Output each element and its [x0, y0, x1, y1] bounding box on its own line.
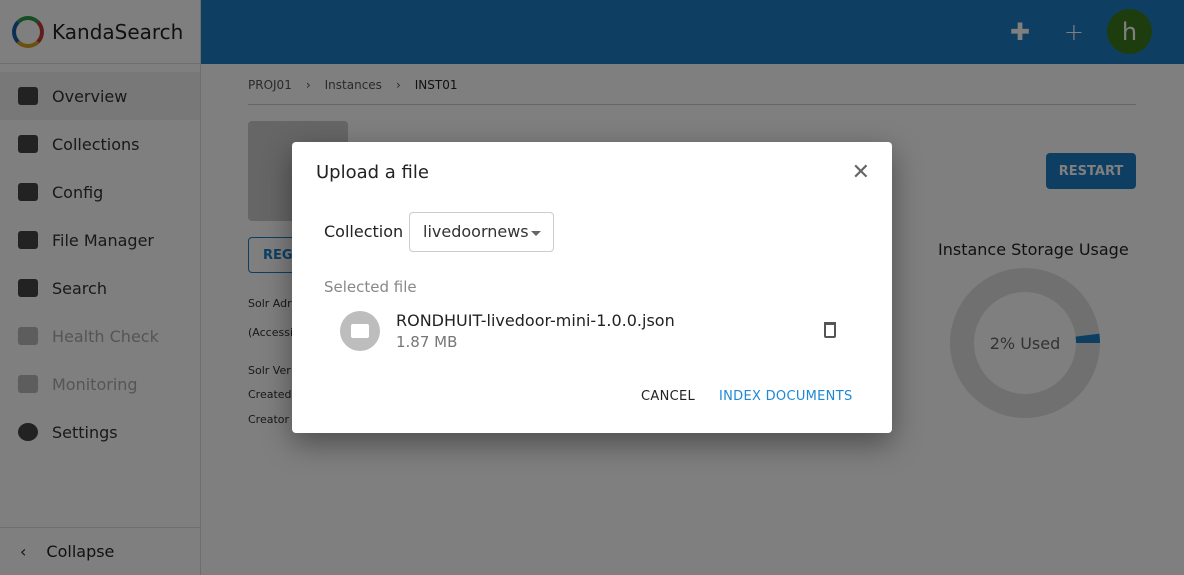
index-documents-button[interactable]: INDEX DOCUMENTS [719, 389, 853, 404]
selected-file-label: Selected file [324, 278, 417, 296]
close-icon[interactable]: ✕ [852, 160, 870, 185]
file-name: RONDHUIT-livedoor-mini-1.0.0.json [396, 311, 675, 330]
folder-icon [340, 311, 380, 351]
dialog-title: Upload a file [316, 162, 429, 183]
collection-label: Collection [324, 222, 404, 241]
upload-dialog: Upload a file ✕ Collection livedoornews … [292, 142, 892, 433]
cancel-button[interactable]: CANCEL [641, 389, 695, 404]
collection-value: livedoornews [423, 222, 529, 241]
collection-select[interactable]: livedoornews [409, 212, 554, 252]
trash-icon[interactable] [824, 322, 836, 338]
file-size: 1.87 MB [396, 333, 458, 351]
caret-down-icon [531, 231, 541, 241]
